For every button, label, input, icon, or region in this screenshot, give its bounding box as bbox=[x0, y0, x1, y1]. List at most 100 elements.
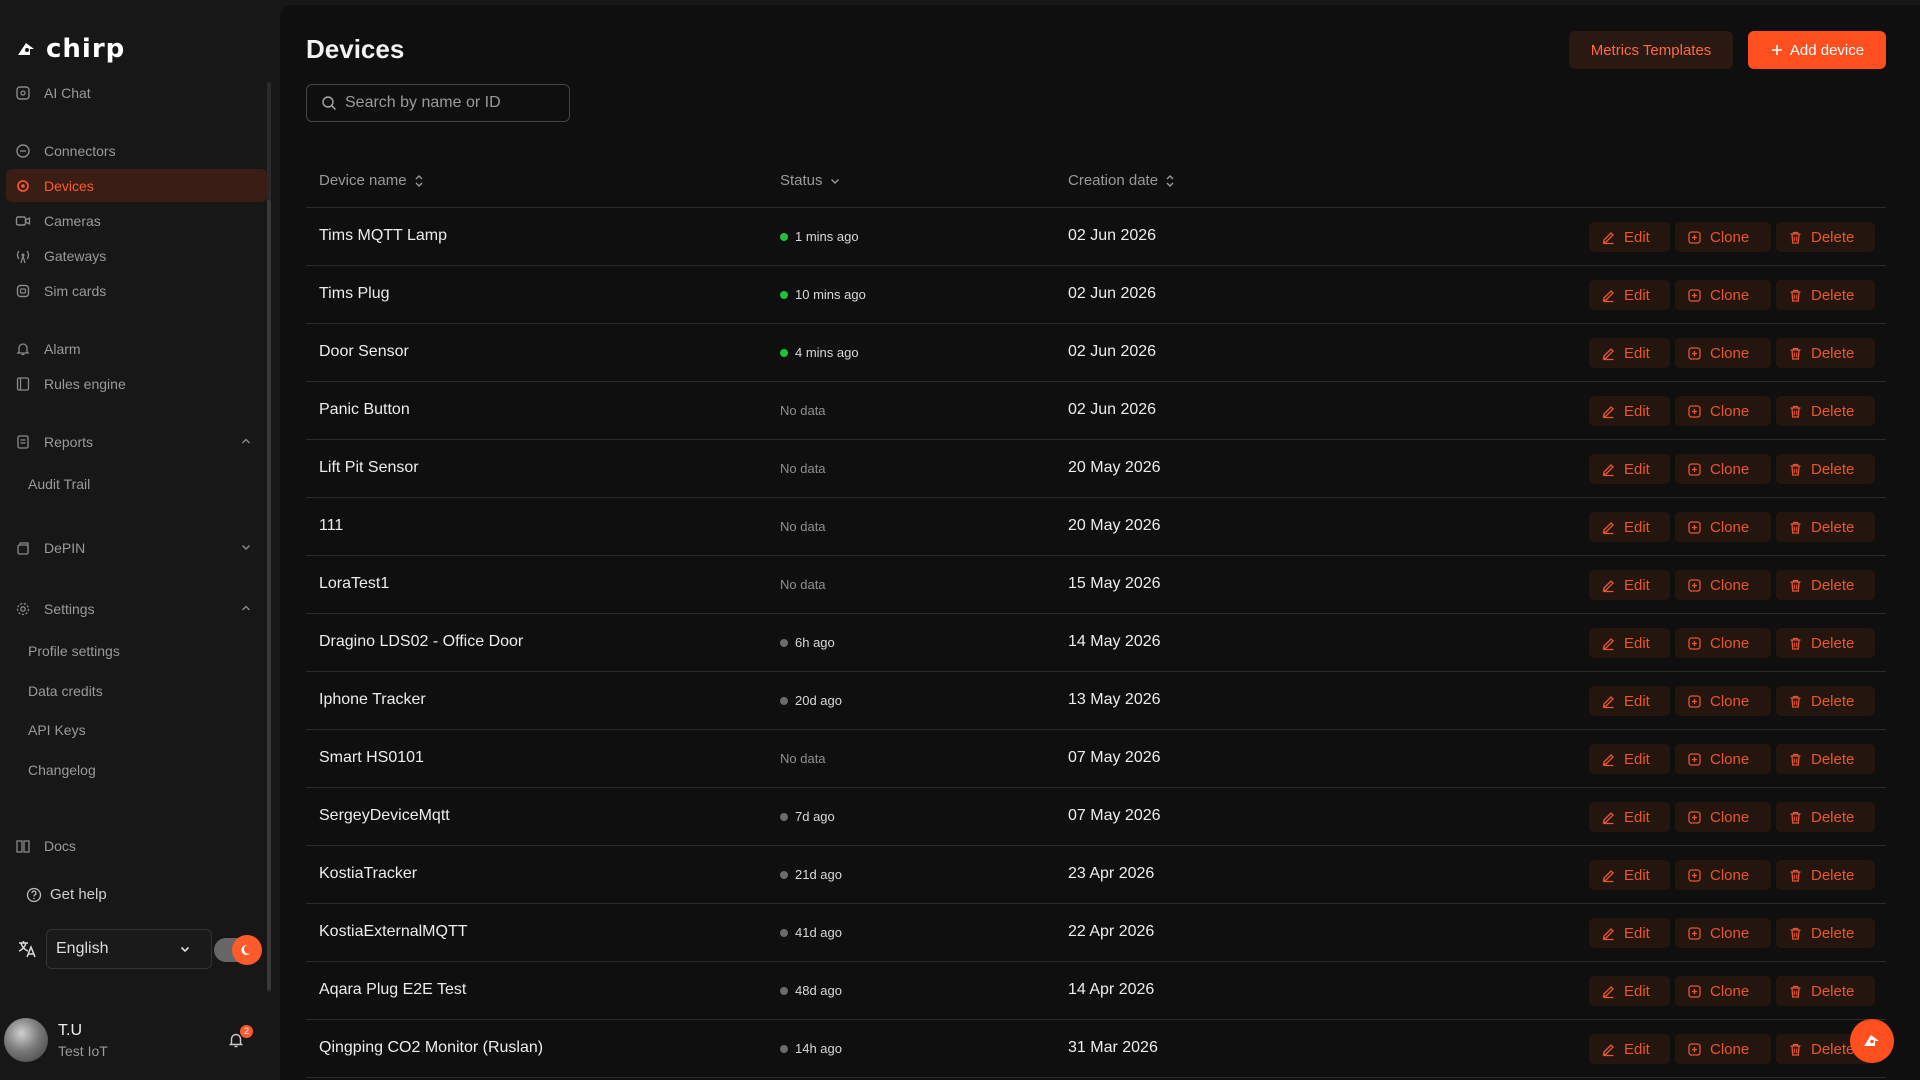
clone-button[interactable]: Clone bbox=[1675, 744, 1771, 774]
column-header-device-name[interactable]: Device name bbox=[319, 172, 425, 189]
edit-button[interactable]: Edit bbox=[1589, 1034, 1670, 1064]
edit-button[interactable]: Edit bbox=[1589, 396, 1670, 426]
clone-button[interactable]: Clone bbox=[1675, 628, 1771, 658]
edit-button[interactable]: Edit bbox=[1589, 454, 1670, 484]
user-profile[interactable]: T.U Test IoT bbox=[4, 1018, 108, 1062]
sidebar-item-alarm[interactable]: Alarm bbox=[6, 332, 267, 365]
clone-button[interactable]: Clone bbox=[1675, 976, 1771, 1006]
delete-button[interactable]: Delete bbox=[1776, 744, 1875, 774]
table-row[interactable]: Door Sensor 4 mins ago 02 Jun 2026 Edit Clon… bbox=[306, 324, 1886, 382]
delete-button[interactable]: Delete bbox=[1776, 860, 1875, 890]
table-row[interactable]: Tims Plug 10 mins ago 02 Jun 2026 Edit Clone… bbox=[306, 266, 1886, 324]
delete-button[interactable]: Delete bbox=[1776, 802, 1875, 832]
sidebar-subitem-api-keys[interactable]: API Keys bbox=[28, 722, 86, 738]
device-name[interactable]: Smart HS0101 bbox=[319, 749, 424, 767]
table-row[interactable]: SergeyDeviceMqtt 7d ago 07 May 2026 Edit Clo… bbox=[306, 788, 1886, 846]
clone-button[interactable]: Clone bbox=[1675, 280, 1771, 310]
edit-button[interactable]: Edit bbox=[1589, 744, 1670, 774]
notifications-button[interactable]: 2 bbox=[227, 1025, 253, 1054]
sidebar-item-connectors[interactable]: Connectors bbox=[6, 134, 267, 167]
sidebar-subitem-profile-settings[interactable]: Profile settings bbox=[28, 643, 120, 659]
device-name[interactable]: Iphone Tracker bbox=[319, 691, 426, 709]
device-name[interactable]: KostiaExternalMQTT bbox=[319, 923, 467, 941]
sidebar-subitem-audit-trail[interactable]: Audit Trail bbox=[28, 476, 90, 492]
device-name[interactable]: Lift Pit Sensor bbox=[319, 459, 419, 477]
sidebar-item-ai-chat[interactable]: AI Chat bbox=[6, 76, 267, 109]
sidebar-item-rules-engine[interactable]: Rules engine bbox=[6, 367, 267, 400]
device-name[interactable]: KostiaTracker bbox=[319, 865, 417, 883]
edit-button[interactable]: Edit bbox=[1589, 512, 1670, 542]
sidebar-subitem-data-credits[interactable]: Data credits bbox=[28, 683, 103, 699]
edit-button[interactable]: Edit bbox=[1589, 570, 1670, 600]
delete-button[interactable]: Delete bbox=[1776, 628, 1875, 658]
device-name[interactable]: 111 bbox=[319, 517, 343, 535]
add-device-button[interactable]: Add device bbox=[1748, 31, 1886, 69]
clone-button[interactable]: Clone bbox=[1675, 454, 1771, 484]
device-name[interactable]: Qingping CO2 Monitor (Ruslan) bbox=[319, 1039, 543, 1057]
app-logo[interactable]: chirp bbox=[16, 34, 125, 64]
table-row[interactable]: Smart HS0101 No data 07 May 2026 Edit Clone D… bbox=[306, 730, 1886, 788]
table-row[interactable]: Lift Pit Sensor No data 20 May 2026 Edit Clo… bbox=[306, 440, 1886, 498]
sidebar-item-cameras[interactable]: Cameras bbox=[6, 204, 267, 237]
delete-button[interactable]: Delete bbox=[1776, 396, 1875, 426]
clone-button[interactable]: Clone bbox=[1675, 802, 1771, 832]
table-row[interactable]: Dragino LDS02 - Office Door 6h ago 14 May … bbox=[306, 614, 1886, 672]
delete-button[interactable]: Delete bbox=[1776, 512, 1875, 542]
table-row[interactable]: Qingping CO2 Monitor (Ruslan) 14h ago 31 M… bbox=[306, 1020, 1886, 1078]
clone-button[interactable]: Clone bbox=[1675, 338, 1771, 368]
device-name[interactable]: Tims Plug bbox=[319, 285, 390, 303]
table-row[interactable]: 111 No data 20 May 2026 Edit Clone Delete bbox=[306, 498, 1886, 556]
sidebar-item-devices[interactable]: Devices bbox=[6, 169, 267, 202]
column-header-creation-date[interactable]: Creation date bbox=[1068, 172, 1176, 189]
edit-button[interactable]: Edit bbox=[1589, 338, 1670, 368]
device-name[interactable]: Aqara Plug E2E Test bbox=[319, 981, 466, 999]
edit-button[interactable]: Edit bbox=[1589, 222, 1670, 252]
table-row[interactable]: KostiaExternalMQTT 41d ago 22 Apr 2026 Edit… bbox=[306, 904, 1886, 962]
table-row[interactable]: Tims MQTT Lamp 1 mins ago 02 Jun 2026 Edit C… bbox=[306, 208, 1886, 266]
delete-button[interactable]: Delete bbox=[1776, 918, 1875, 948]
edit-button[interactable]: Edit bbox=[1589, 686, 1670, 716]
clone-button[interactable]: Clone bbox=[1675, 918, 1771, 948]
device-name[interactable]: LoraTest1 bbox=[319, 575, 389, 593]
clone-button[interactable]: Clone bbox=[1675, 512, 1771, 542]
table-row[interactable]: LoraTest1 No data 15 May 2026 Edit Clone Dele… bbox=[306, 556, 1886, 614]
device-name[interactable]: Door Sensor bbox=[319, 343, 409, 361]
device-name[interactable]: SergeyDeviceMqtt bbox=[319, 807, 450, 825]
column-header-status[interactable]: Status bbox=[780, 172, 841, 189]
clone-button[interactable]: Clone bbox=[1675, 860, 1771, 890]
search-input[interactable] bbox=[345, 94, 565, 112]
delete-button[interactable]: Delete bbox=[1776, 338, 1875, 368]
edit-button[interactable]: Edit bbox=[1589, 280, 1670, 310]
device-name[interactable]: Dragino LDS02 - Office Door bbox=[319, 633, 523, 651]
sidebar-item-sim-cards[interactable]: Sim cards bbox=[6, 274, 267, 307]
sidebar-item-reports[interactable]: Reports bbox=[6, 425, 267, 458]
delete-button[interactable]: Delete bbox=[1776, 454, 1875, 484]
edit-button[interactable]: Edit bbox=[1589, 802, 1670, 832]
delete-button[interactable]: Delete bbox=[1776, 570, 1875, 600]
language-select[interactable]: English bbox=[46, 929, 212, 969]
sidebar-item-docs[interactable]: Docs bbox=[6, 829, 267, 862]
clone-button[interactable]: Clone bbox=[1675, 396, 1771, 426]
edit-button[interactable]: Edit bbox=[1589, 918, 1670, 948]
sidebar-subitem-changelog[interactable]: Changelog bbox=[28, 762, 96, 778]
device-name[interactable]: Panic Button bbox=[319, 401, 410, 419]
clone-button[interactable]: Clone bbox=[1675, 686, 1771, 716]
table-row[interactable]: Iphone Tracker 20d ago 13 May 2026 Edit Clon… bbox=[306, 672, 1886, 730]
delete-button[interactable]: Delete bbox=[1776, 686, 1875, 716]
sidebar-item-gateways[interactable]: Gateways bbox=[6, 239, 267, 272]
metrics-templates-button[interactable]: Metrics Templates bbox=[1569, 31, 1733, 69]
table-row[interactable]: Panic Button No data 02 Jun 2026 Edit Clone D… bbox=[306, 382, 1886, 440]
get-help-link[interactable]: Get help bbox=[26, 886, 107, 903]
device-name[interactable]: Tims MQTT Lamp bbox=[319, 227, 447, 245]
edit-button[interactable]: Edit bbox=[1589, 976, 1670, 1006]
clone-button[interactable]: Clone bbox=[1675, 570, 1771, 600]
clone-button[interactable]: Clone bbox=[1675, 222, 1771, 252]
table-row[interactable]: Aqara Plug E2E Test 48d ago 14 Apr 2026 Edi… bbox=[306, 962, 1886, 1020]
theme-toggle[interactable] bbox=[214, 935, 262, 965]
support-chat-button[interactable] bbox=[1850, 1019, 1894, 1063]
sidebar-scrollbar[interactable] bbox=[267, 200, 271, 990]
sidebar-item-depin[interactable]: DePIN bbox=[6, 531, 267, 564]
edit-button[interactable]: Edit bbox=[1589, 628, 1670, 658]
clone-button[interactable]: Clone bbox=[1675, 1034, 1771, 1064]
delete-button[interactable]: Delete bbox=[1776, 976, 1875, 1006]
